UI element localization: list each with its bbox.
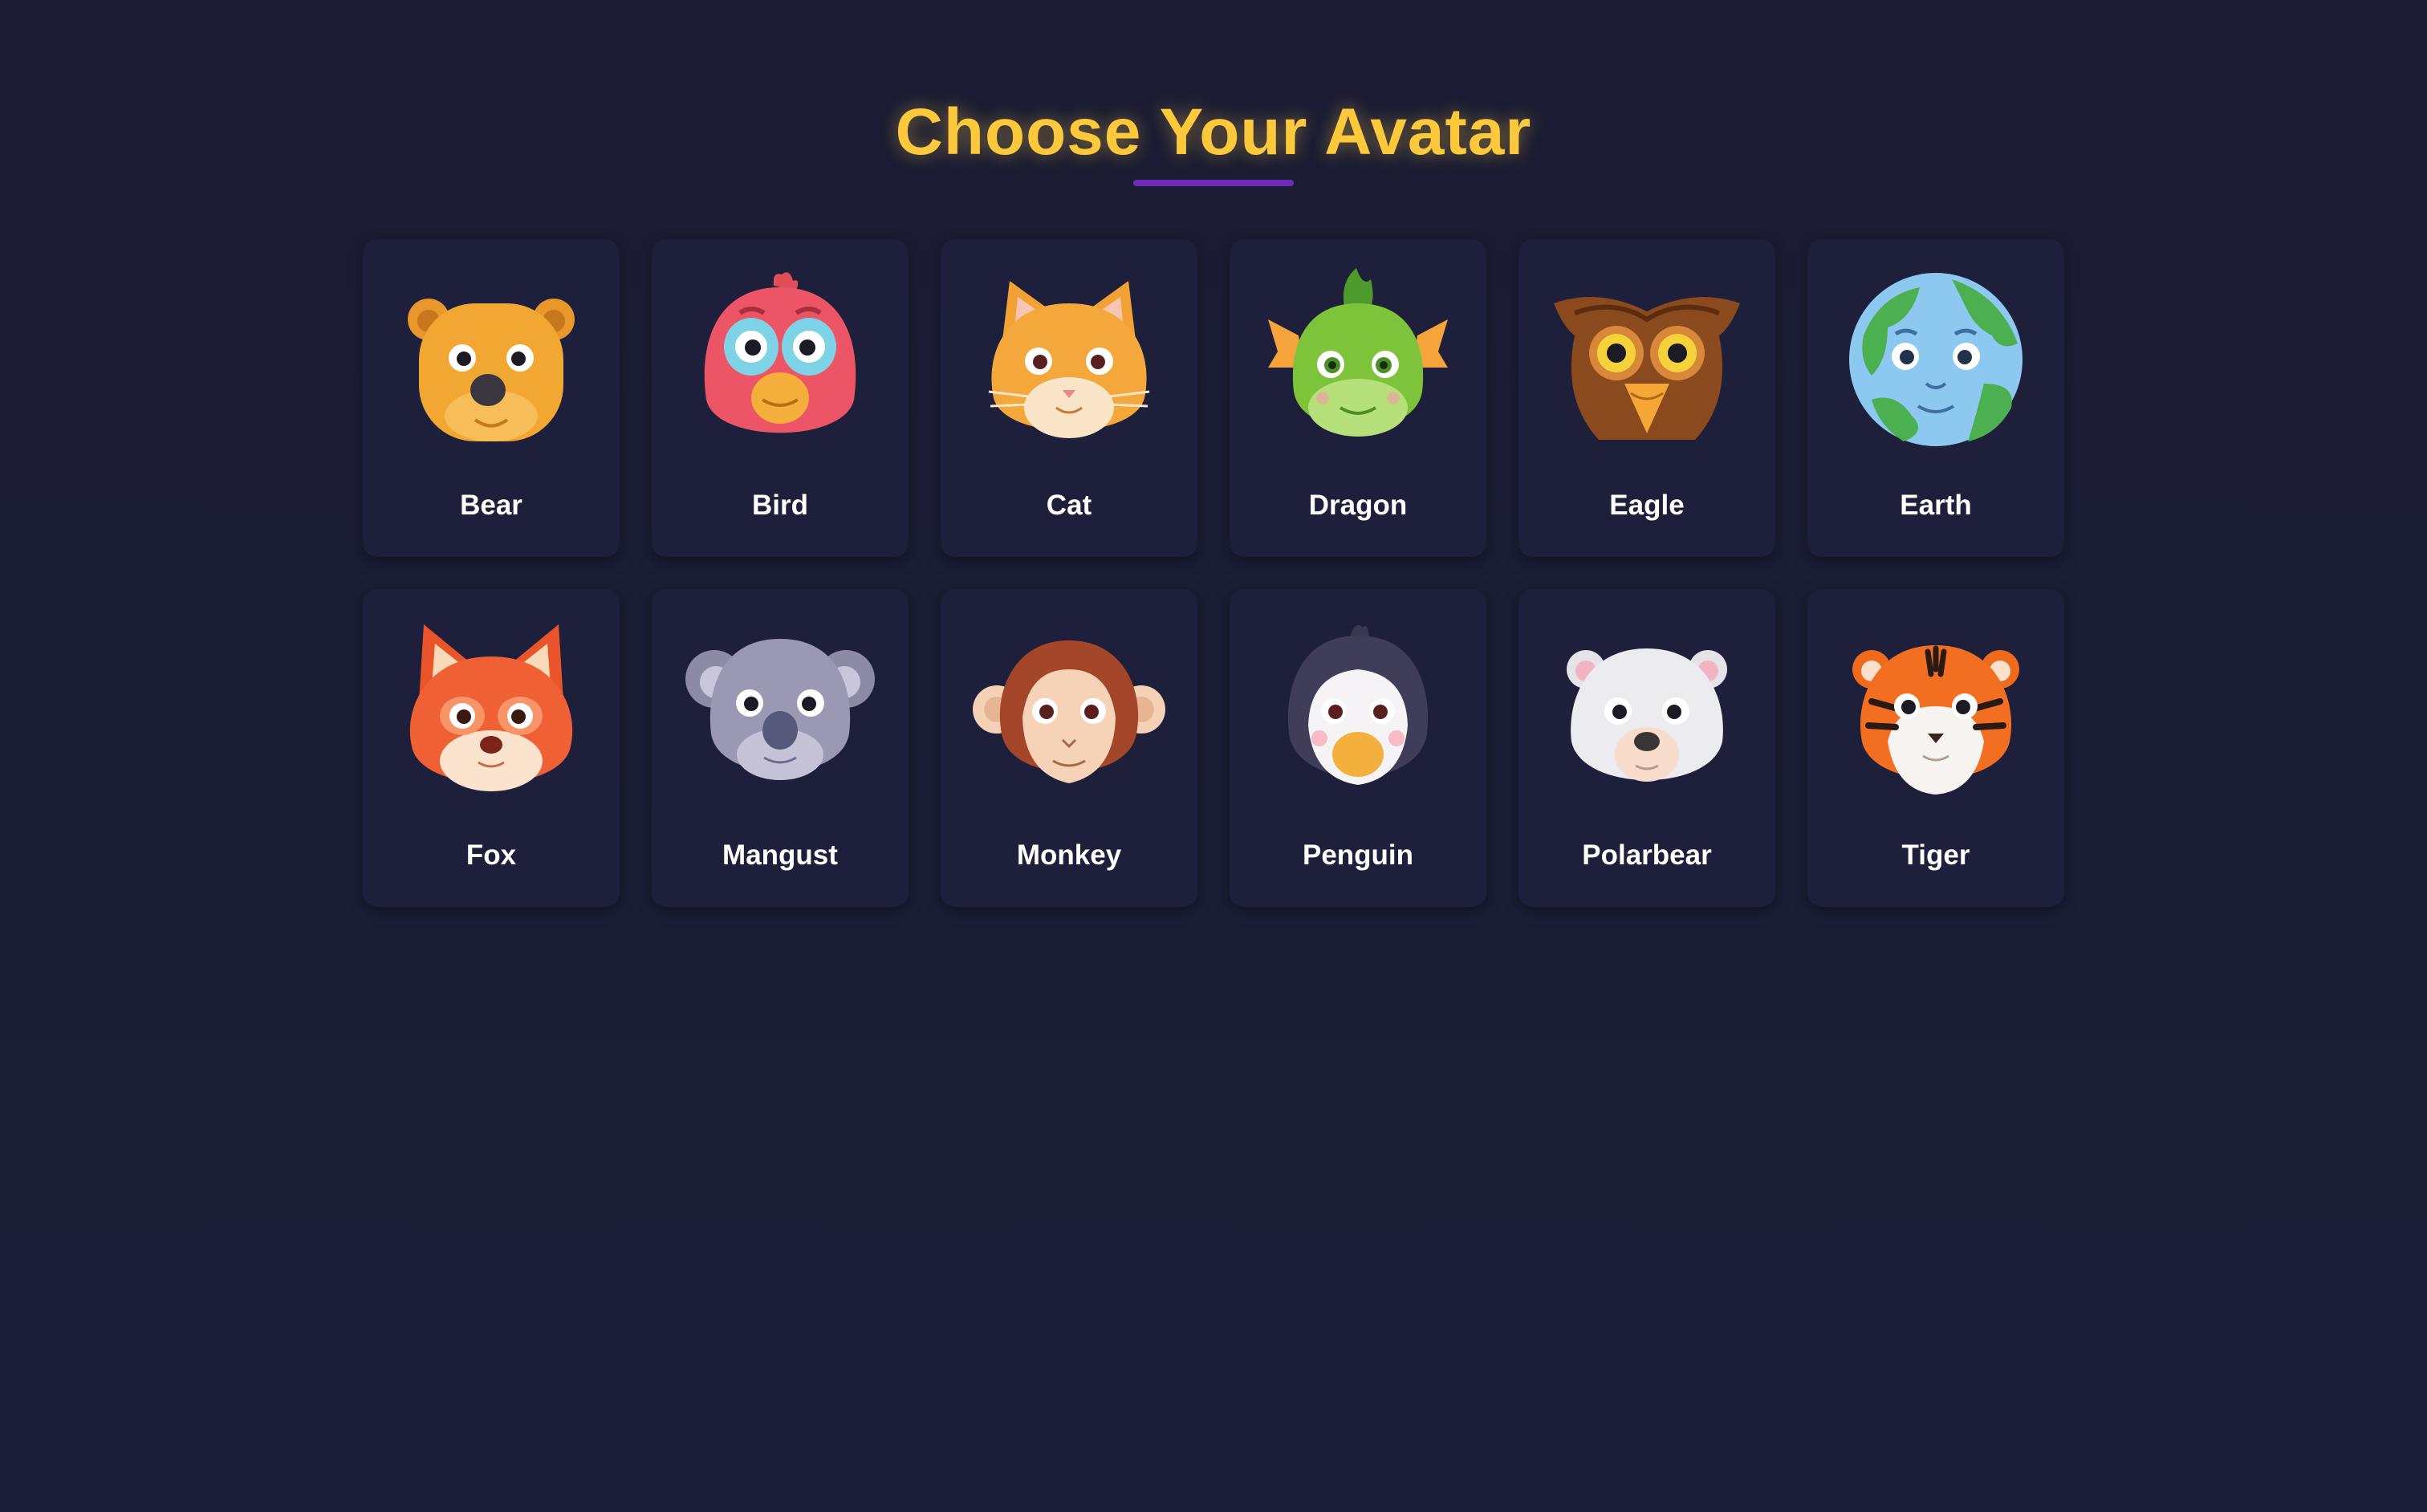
monkey-icon [973,640,1165,783]
avatar-label: Monkey [1016,839,1122,871]
avatar-picker-page: Choose Your Avatar Bear Bird Cat Dragon … [0,0,2427,1512]
bird-icon [704,272,856,433]
avatar-card-penguin[interactable]: Penguin [1230,589,1486,907]
avatar-card-bird[interactable]: Bird [652,239,909,557]
mangust-icon [685,639,875,780]
avatar-label: Tiger [1901,839,1970,871]
avatar-card-tiger[interactable]: Tiger [1807,589,2064,907]
avatar-label: Bird [752,490,808,521]
avatar-label: Earth [1900,490,1972,521]
polarbear-icon [1567,648,1727,782]
tiger-icon [1852,645,2019,795]
avatar-grid: Bear Bird Cat Dragon Eagle Earth Fox Man… [363,239,2064,907]
avatar-label: Fox [465,839,517,871]
fox-icon [409,624,573,791]
avatar-label: Bear [460,490,522,521]
avatar-label: Polarbear [1582,839,1712,871]
eagle-icon [1554,297,1740,440]
avatar-label: Cat [1046,490,1092,521]
avatar-card-dragon[interactable]: Dragon [1230,239,1486,557]
avatar-label: Penguin [1302,839,1414,871]
avatar-card-bear[interactable]: Bear [363,239,620,557]
cat-icon [988,281,1150,438]
penguin-icon [1287,624,1429,785]
dragon-icon [1268,268,1448,437]
earth-icon [1849,273,2022,446]
page-title: Choose Your Avatar [895,96,1532,169]
avatar-card-earth[interactable]: Earth [1807,239,2064,557]
avatar-label: Mangust [722,839,838,871]
avatar-card-mangust[interactable]: Mangust [652,589,909,907]
avatar-card-polarbear[interactable]: Polarbear [1518,589,1775,907]
avatar-label: Dragon [1308,490,1408,521]
avatar-card-monkey[interactable]: Monkey [941,589,1197,907]
avatar-card-fox[interactable]: Fox [363,589,620,907]
bear-icon [408,299,575,441]
avatar-label: Eagle [1609,490,1685,521]
title-underline [1133,180,1294,186]
avatar-card-cat[interactable]: Cat [941,239,1197,557]
avatar-card-eagle[interactable]: Eagle [1518,239,1775,557]
